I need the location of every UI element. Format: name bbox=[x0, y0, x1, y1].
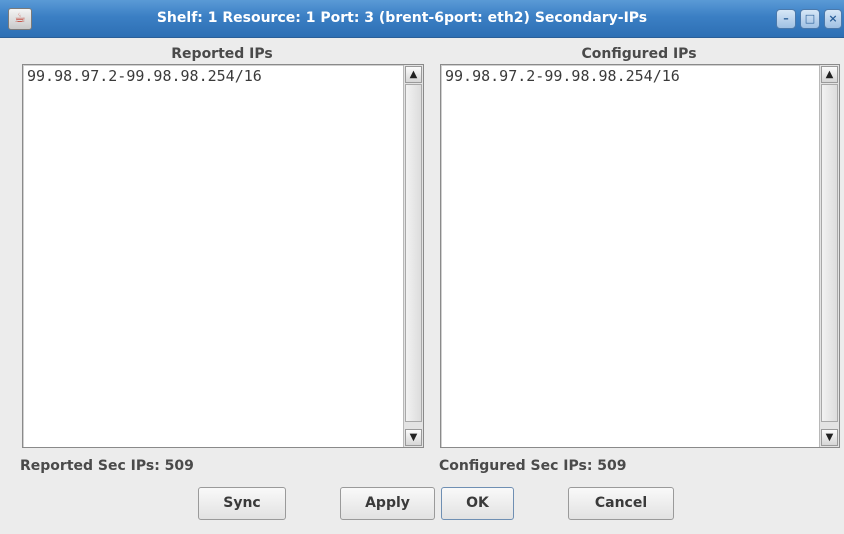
list-item[interactable]: 99.98.97.2-99.98.98.254/16 bbox=[27, 67, 262, 85]
up-arrow-icon[interactable]: ▲ bbox=[821, 66, 838, 83]
reported-ips-title: Reported IPs bbox=[171, 46, 273, 62]
minimize-icon[interactable]: – bbox=[776, 9, 796, 29]
secondary-ips-window: ☕ Shelf: 1 Resource: 1 Port: 3 (brent-6p… bbox=[0, 0, 844, 534]
configured-ips-list[interactable]: 99.98.97.2-99.98.98.254/16 ▲ ▼ bbox=[440, 64, 840, 448]
down-arrow-icon[interactable]: ▼ bbox=[405, 429, 422, 446]
down-arrow-icon[interactable]: ▼ bbox=[821, 429, 838, 446]
window-title: Shelf: 1 Resource: 1 Port: 3 (brent-6por… bbox=[156, 10, 648, 26]
configured-ips-title: Configured IPs bbox=[581, 46, 697, 62]
maximize-icon[interactable]: □ bbox=[800, 9, 820, 29]
close-icon[interactable]: × bbox=[824, 9, 842, 29]
reported-count-label: Reported Sec IPs: 509 bbox=[20, 458, 194, 474]
configured-scrollbar[interactable]: ▲ ▼ bbox=[819, 65, 839, 447]
scroll-thumb[interactable] bbox=[405, 84, 422, 422]
reported-ips-list[interactable]: 99.98.97.2-99.98.98.254/16 ▲ ▼ bbox=[22, 64, 424, 448]
java-cup-icon[interactable]: ☕ bbox=[8, 8, 32, 30]
up-arrow-icon[interactable]: ▲ bbox=[405, 66, 422, 83]
title-bar[interactable]: ☕ Shelf: 1 Resource: 1 Port: 3 (brent-6p… bbox=[0, 0, 844, 38]
reported-scrollbar[interactable]: ▲ ▼ bbox=[403, 65, 423, 447]
apply-button[interactable]: Apply bbox=[340, 487, 435, 520]
cancel-button[interactable]: Cancel bbox=[568, 487, 674, 520]
ok-button[interactable]: OK bbox=[441, 487, 514, 520]
list-item[interactable]: 99.98.97.2-99.98.98.254/16 bbox=[445, 67, 680, 85]
configured-count-label: Configured Sec IPs: 509 bbox=[439, 458, 627, 474]
sync-button[interactable]: Sync bbox=[198, 487, 286, 520]
scroll-thumb[interactable] bbox=[821, 84, 838, 422]
